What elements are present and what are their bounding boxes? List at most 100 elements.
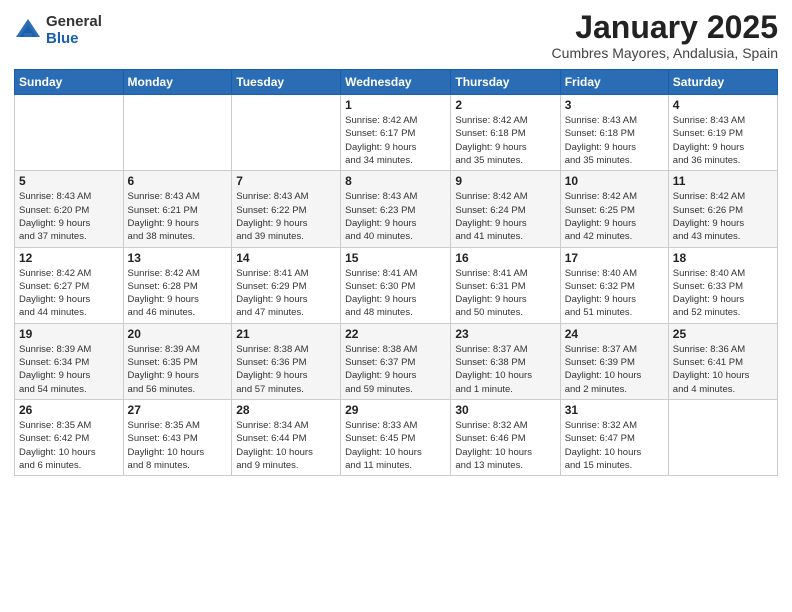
- day-number: 6: [128, 174, 228, 188]
- day-number: 12: [19, 251, 119, 265]
- day-detail: Sunrise: 8:39 AM Sunset: 6:34 PM Dayligh…: [19, 343, 119, 396]
- day-detail: Sunrise: 8:41 AM Sunset: 6:31 PM Dayligh…: [455, 267, 555, 320]
- day-detail: Sunrise: 8:40 AM Sunset: 6:32 PM Dayligh…: [565, 267, 664, 320]
- day-detail: Sunrise: 8:32 AM Sunset: 6:46 PM Dayligh…: [455, 419, 555, 472]
- calendar-week-row: 12 Sunrise: 8:42 AM Sunset: 6:27 PM Dayli…: [15, 247, 778, 323]
- day-number: 3: [565, 98, 664, 112]
- day-number: 2: [455, 98, 555, 112]
- day-number: 19: [19, 327, 119, 341]
- table-row: 19 Sunrise: 8:39 AM Sunset: 6:34 PM Dayli…: [15, 323, 124, 399]
- header-friday: Friday: [560, 70, 668, 95]
- day-number: 25: [673, 327, 773, 341]
- day-detail: Sunrise: 8:42 AM Sunset: 6:24 PM Dayligh…: [455, 190, 555, 243]
- day-detail: Sunrise: 8:43 AM Sunset: 6:22 PM Dayligh…: [236, 190, 336, 243]
- table-row: 4Sunrise: 8:43 AM Sunset: 6:19 PM Daylig…: [668, 95, 777, 171]
- table-row: 28 Sunrise: 8:34 AM Sunset: 6:44 PM Dayli…: [232, 399, 341, 475]
- table-row: 24 Sunrise: 8:37 AM Sunset: 6:39 PM Dayli…: [560, 323, 668, 399]
- day-number: 14: [236, 251, 336, 265]
- day-detail: Sunrise: 8:42 AM Sunset: 6:26 PM Dayligh…: [673, 190, 773, 243]
- day-detail: Sunrise: 8:43 AM Sunset: 6:21 PM Dayligh…: [128, 190, 228, 243]
- day-number: 9: [455, 174, 555, 188]
- day-number: 8: [345, 174, 446, 188]
- table-row: 9 Sunrise: 8:42 AM Sunset: 6:24 PM Daylig…: [451, 171, 560, 247]
- logo: General Blue: [14, 14, 102, 47]
- header-wednesday: Wednesday: [341, 70, 451, 95]
- table-row: [123, 95, 232, 171]
- day-number: 24: [565, 327, 664, 341]
- table-row: [668, 399, 777, 475]
- table-row: 25 Sunrise: 8:36 AM Sunset: 6:41 PM Dayli…: [668, 323, 777, 399]
- logo-icon: [14, 17, 42, 45]
- day-number: 30: [455, 403, 555, 417]
- day-detail: Sunrise: 8:42 AM Sunset: 6:17 PM Dayligh…: [345, 114, 446, 167]
- day-detail: Sunrise: 8:37 AM Sunset: 6:39 PM Dayligh…: [565, 343, 664, 396]
- header-thursday: Thursday: [451, 70, 560, 95]
- day-number: 10: [565, 174, 664, 188]
- logo-blue-text: Blue: [46, 31, 102, 48]
- table-row: 12 Sunrise: 8:42 AM Sunset: 6:27 PM Dayli…: [15, 247, 124, 323]
- month-title: January 2025: [552, 10, 778, 45]
- day-detail: Sunrise: 8:41 AM Sunset: 6:29 PM Dayligh…: [236, 267, 336, 320]
- header-saturday: Saturday: [668, 70, 777, 95]
- day-number: 16: [455, 251, 555, 265]
- table-row: 2 Sunrise: 8:42 AM Sunset: 6:18 PM Daylig…: [451, 95, 560, 171]
- table-row: 30 Sunrise: 8:32 AM Sunset: 6:46 PM Dayli…: [451, 399, 560, 475]
- calendar-week-row: 1Sunrise: 8:42 AM Sunset: 6:17 PM Daylig…: [15, 95, 778, 171]
- header-monday: Monday: [123, 70, 232, 95]
- table-row: 3 Sunrise: 8:43 AM Sunset: 6:18 PM Daylig…: [560, 95, 668, 171]
- day-number: 28: [236, 403, 336, 417]
- day-number: 27: [128, 403, 228, 417]
- day-detail: Sunrise: 8:43 AM Sunset: 6:18 PM Dayligh…: [565, 114, 664, 167]
- day-detail: Sunrise: 8:35 AM Sunset: 6:43 PM Dayligh…: [128, 419, 228, 472]
- table-row: 21 Sunrise: 8:38 AM Sunset: 6:36 PM Dayli…: [232, 323, 341, 399]
- day-number: 18: [673, 251, 773, 265]
- day-detail: Sunrise: 8:38 AM Sunset: 6:37 PM Dayligh…: [345, 343, 446, 396]
- header-sunday: Sunday: [15, 70, 124, 95]
- logo-general-text: General: [46, 14, 102, 31]
- table-row: 16 Sunrise: 8:41 AM Sunset: 6:31 PM Dayli…: [451, 247, 560, 323]
- day-detail: Sunrise: 8:42 AM Sunset: 6:27 PM Dayligh…: [19, 267, 119, 320]
- table-row: 13 Sunrise: 8:42 AM Sunset: 6:28 PM Dayli…: [123, 247, 232, 323]
- table-row: 20 Sunrise: 8:39 AM Sunset: 6:35 PM Dayli…: [123, 323, 232, 399]
- table-row: 22Sunrise: 8:38 AM Sunset: 6:37 PM Dayli…: [341, 323, 451, 399]
- table-row: 17 Sunrise: 8:40 AM Sunset: 6:32 PM Dayli…: [560, 247, 668, 323]
- table-row: 1Sunrise: 8:42 AM Sunset: 6:17 PM Daylig…: [341, 95, 451, 171]
- table-row: 6 Sunrise: 8:43 AM Sunset: 6:21 PM Daylig…: [123, 171, 232, 247]
- table-row: 23Sunrise: 8:37 AM Sunset: 6:38 PM Dayli…: [451, 323, 560, 399]
- table-row: 18Sunrise: 8:40 AM Sunset: 6:33 PM Dayli…: [668, 247, 777, 323]
- title-block: January 2025 Cumbres Mayores, Andalusia,…: [552, 10, 778, 61]
- weekday-header-row: Sunday Monday Tuesday Wednesday Thursday…: [15, 70, 778, 95]
- day-number: 29: [345, 403, 446, 417]
- day-number: 31: [565, 403, 664, 417]
- page: General Blue January 2025 Cumbres Mayore…: [0, 0, 792, 612]
- table-row: 5Sunrise: 8:43 AM Sunset: 6:20 PM Daylig…: [15, 171, 124, 247]
- day-number: 15: [345, 251, 446, 265]
- day-detail: Sunrise: 8:34 AM Sunset: 6:44 PM Dayligh…: [236, 419, 336, 472]
- header-tuesday: Tuesday: [232, 70, 341, 95]
- day-number: 13: [128, 251, 228, 265]
- logo-text: General Blue: [46, 14, 102, 47]
- calendar-table: Sunday Monday Tuesday Wednesday Thursday…: [14, 69, 778, 476]
- day-detail: Sunrise: 8:36 AM Sunset: 6:41 PM Dayligh…: [673, 343, 773, 396]
- table-row: 27 Sunrise: 8:35 AM Sunset: 6:43 PM Dayli…: [123, 399, 232, 475]
- day-detail: Sunrise: 8:42 AM Sunset: 6:28 PM Dayligh…: [128, 267, 228, 320]
- day-number: 5: [19, 174, 119, 188]
- table-row: [232, 95, 341, 171]
- day-number: 11: [673, 174, 773, 188]
- table-row: 14 Sunrise: 8:41 AM Sunset: 6:29 PM Dayli…: [232, 247, 341, 323]
- day-detail: Sunrise: 8:38 AM Sunset: 6:36 PM Dayligh…: [236, 343, 336, 396]
- day-detail: Sunrise: 8:42 AM Sunset: 6:25 PM Dayligh…: [565, 190, 664, 243]
- day-detail: Sunrise: 8:39 AM Sunset: 6:35 PM Dayligh…: [128, 343, 228, 396]
- day-number: 21: [236, 327, 336, 341]
- day-detail: Sunrise: 8:43 AM Sunset: 6:23 PM Dayligh…: [345, 190, 446, 243]
- day-detail: Sunrise: 8:42 AM Sunset: 6:18 PM Dayligh…: [455, 114, 555, 167]
- table-row: 8 Sunrise: 8:43 AM Sunset: 6:23 PM Daylig…: [341, 171, 451, 247]
- day-detail: Sunrise: 8:37 AM Sunset: 6:38 PM Dayligh…: [455, 343, 555, 396]
- day-detail: Sunrise: 8:35 AM Sunset: 6:42 PM Dayligh…: [19, 419, 119, 472]
- calendar-week-row: 5Sunrise: 8:43 AM Sunset: 6:20 PM Daylig…: [15, 171, 778, 247]
- location: Cumbres Mayores, Andalusia, Spain: [552, 45, 778, 61]
- day-number: 17: [565, 251, 664, 265]
- day-number: 20: [128, 327, 228, 341]
- table-row: 10 Sunrise: 8:42 AM Sunset: 6:25 PM Dayli…: [560, 171, 668, 247]
- table-row: 29Sunrise: 8:33 AM Sunset: 6:45 PM Dayli…: [341, 399, 451, 475]
